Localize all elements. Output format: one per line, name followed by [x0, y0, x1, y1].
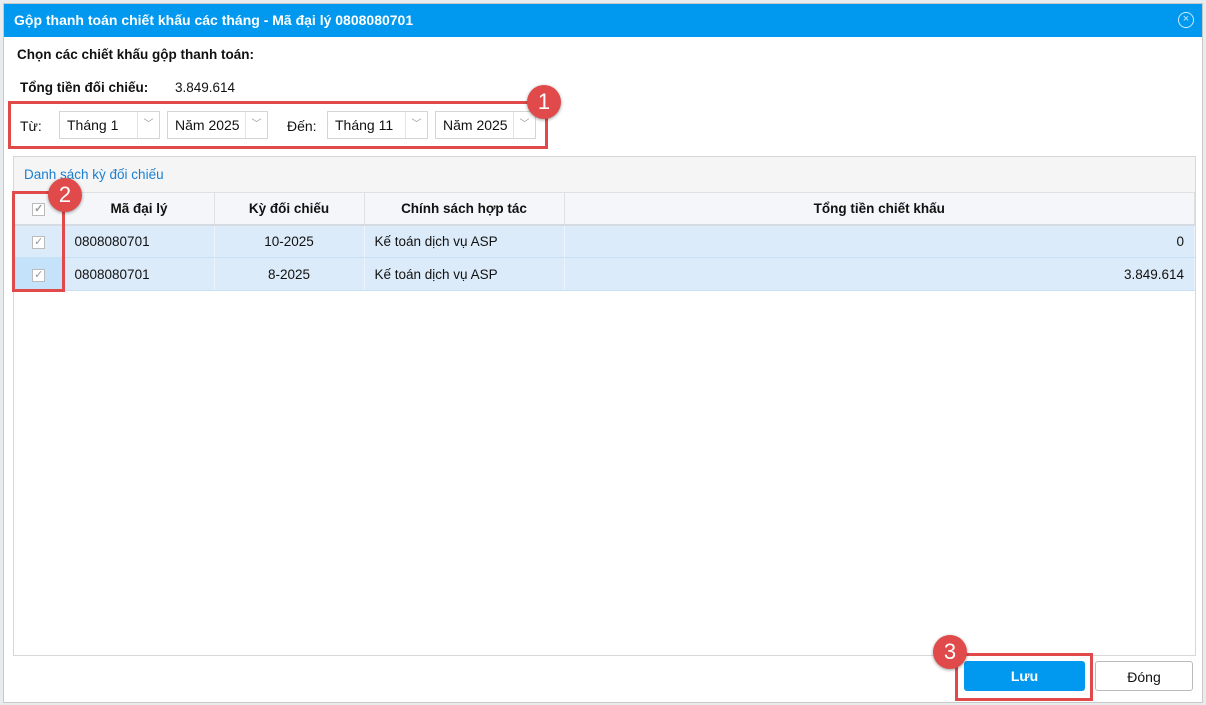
col-chinh-sach[interactable]: Chính sách hợp tác — [364, 192, 565, 226]
dialog-title: Gộp thanh toán chiết khấu các tháng - Mã… — [14, 12, 414, 28]
annotation-box-1 — [8, 101, 548, 149]
grid-title: Danh sách kỳ đối chiếu — [14, 157, 1195, 192]
cell-ma: 0808080701 — [64, 224, 215, 258]
col-ma-dai-ly[interactable]: Mã đại lý — [64, 192, 215, 226]
annotation-badge-1: 1 — [527, 85, 561, 119]
dialog-header: Gộp thanh toán chiết khấu các tháng - Mã… — [4, 4, 1202, 37]
annotation-badge-3: 3 — [933, 635, 967, 669]
total-label: Tổng tiền đối chiếu: — [20, 80, 149, 95]
table-row[interactable]: ✓ 0808080701 10-2025 Kế toán dịch vụ ASP… — [14, 224, 1195, 258]
period-grid: Danh sách kỳ đối chiếu ✓ Mã đại lý Kỳ đố… — [13, 156, 1196, 656]
cell-ky: 8-2025 — [214, 257, 365, 291]
annotation-box-3 — [955, 653, 1093, 701]
close-button[interactable]: Đóng — [1095, 661, 1193, 691]
total-value: 3.849.614 — [175, 80, 236, 95]
cell-chinh-sach: Kế toán dịch vụ ASP — [364, 257, 565, 291]
table-header: ✓ Mã đại lý Kỳ đối chiếu Chính sách hợp … — [14, 192, 1195, 226]
annotation-badge-2: 2 — [48, 178, 82, 212]
table-row[interactable]: ✓ 0808080701 8-2025 Kế toán dịch vụ ASP … — [14, 257, 1195, 291]
period-table: ✓ Mã đại lý Kỳ đối chiếu Chính sách hợp … — [14, 192, 1195, 291]
cell-tong: 3.849.614 — [564, 257, 1195, 291]
cell-ky: 10-2025 — [214, 224, 365, 258]
cell-ma: 0808080701 — [64, 257, 215, 291]
col-tong-tien[interactable]: Tổng tiền chiết khấu — [564, 192, 1195, 226]
col-ky-doi-chieu[interactable]: Kỳ đối chiếu — [214, 192, 365, 226]
cell-tong: 0 — [564, 224, 1195, 258]
cell-chinh-sach: Kế toán dịch vụ ASP — [364, 224, 565, 258]
close-icon[interactable]: × — [1178, 12, 1194, 28]
prompt-label: Chọn các chiết khấu gộp thanh toán: — [17, 47, 255, 62]
